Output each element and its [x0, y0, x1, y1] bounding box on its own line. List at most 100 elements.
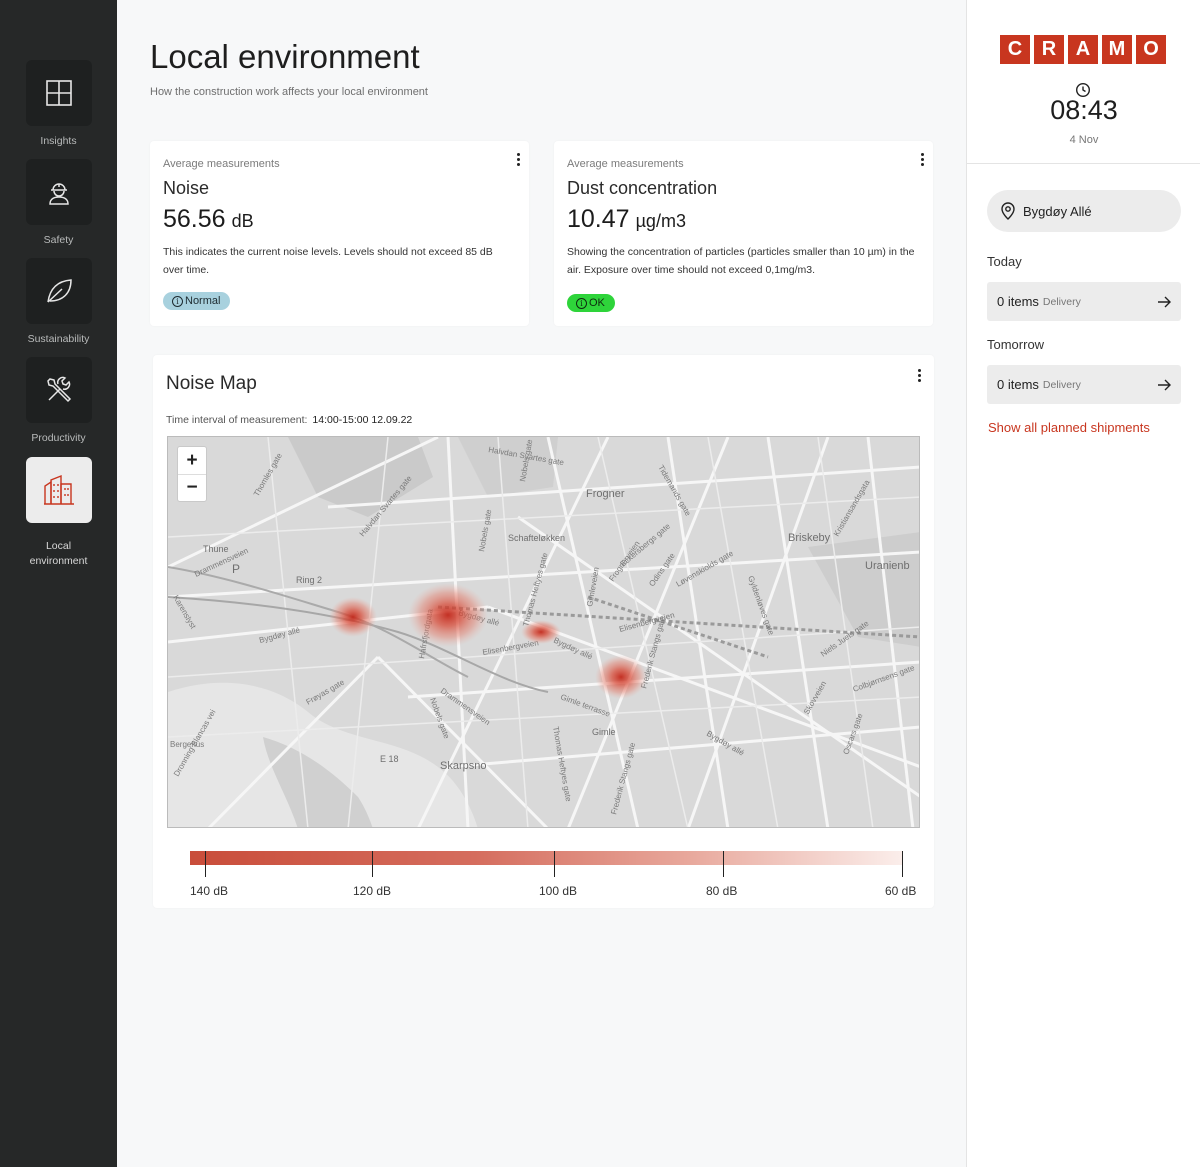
noise-hotspot [329, 597, 377, 637]
card-description: This indicates the current noise levels.… [163, 246, 493, 276]
card-kicker: Average measurements [163, 158, 280, 170]
logo-letter: M [1102, 35, 1132, 64]
tomorrow-shipments-row[interactable]: 0 items Delivery [987, 365, 1181, 404]
sidebar-item-label: Safety [43, 234, 74, 246]
status-badge-label: Normal [185, 295, 221, 307]
scale-tick [205, 851, 206, 877]
info-icon: i [172, 295, 183, 307]
scale-tick [372, 851, 373, 877]
logo-letter: R [1034, 35, 1064, 64]
location-selector[interactable]: Bygdøy Allé [987, 190, 1181, 232]
noise-hotspot [595, 655, 647, 699]
shipment-kind: Delivery [1042, 378, 1081, 391]
scale-label: 100 dB [539, 884, 578, 898]
today-shipments-row[interactable]: 0 items Delivery [987, 282, 1181, 321]
scale-tick [902, 851, 903, 877]
sidebar-item-label: Insights [40, 135, 77, 147]
card-kicker: Average measurements [567, 158, 684, 170]
noise-value: 56.56 dB [163, 205, 254, 234]
sidebar-item-label: Productivity [31, 432, 86, 444]
interval-value: 14:00-15:00 12.09.22 [312, 414, 413, 426]
map-label: Frogner [586, 488, 625, 500]
dust-unit: µg/m3 [635, 211, 686, 231]
location-label: Bygdøy Allé [1023, 203, 1092, 219]
noise-value-number: 56.56 [163, 205, 226, 233]
sidebar: Insights Safety Sustainability Productiv… [0, 0, 117, 1167]
noise-hotspot [408, 583, 488, 647]
shipment-count: 0 items [997, 377, 1039, 392]
scale-tick [554, 851, 555, 877]
scale-label: 80 dB [706, 884, 738, 898]
card-title: Noise Map [166, 373, 257, 394]
sidebar-item-local-environment[interactable]: Local environment [0, 457, 117, 569]
current-time: 08:43 [1050, 95, 1118, 125]
scale-label: 60 dB [885, 884, 917, 898]
sidebar-item-productivity[interactable]: Productivity [0, 357, 117, 446]
sidebar-item-insights[interactable]: Insights [0, 60, 117, 149]
page-title: Local environment [150, 38, 420, 75]
noise-scale-gradient [190, 851, 903, 865]
sidebar-item-sustainability[interactable]: Sustainability [0, 258, 117, 347]
arrow-right-icon [1158, 296, 1171, 307]
right-panel: C R A M O 08:43 4 Nov Bygdøy Allé Today … [966, 0, 1200, 1167]
shipment-count: 0 items [997, 294, 1039, 309]
dust-value-number: 10.47 [567, 205, 630, 233]
arrow-right-icon [1158, 379, 1171, 390]
map-label: Thune [203, 544, 229, 554]
scale-tick [723, 851, 724, 877]
status-badge: i Normal [163, 292, 231, 310]
noise-unit: dB [231, 211, 254, 231]
location-pin-icon [1001, 202, 1015, 220]
map-label: Uranienb [865, 560, 910, 572]
divider [967, 163, 1200, 164]
map-label: Briskeby [788, 532, 831, 544]
grid-icon [45, 80, 72, 106]
map-label: E 18 [380, 754, 399, 764]
map-label: P [232, 562, 240, 576]
scale-label: 140 dB [190, 884, 229, 898]
zoom-out-button[interactable]: − [178, 474, 206, 501]
logo-letter: A [1068, 35, 1098, 64]
map-label: Gimle [592, 727, 616, 737]
sidebar-item-label: Sustainability [27, 333, 90, 345]
map-label: Skarpsno [440, 760, 486, 772]
noise-hotspot [521, 620, 561, 644]
card-title: Noise [163, 178, 210, 198]
logo-letter: O [1136, 35, 1166, 64]
more-options-icon[interactable] [919, 153, 925, 167]
status-badge: i OK [567, 294, 615, 312]
noise-map[interactable]: Frogner Briskeby Uranienb Skarpsno Gimle… [167, 436, 920, 828]
zoom-in-button[interactable]: + [178, 447, 206, 474]
card-title: Dust concentration [567, 178, 718, 198]
leaf-icon [46, 279, 72, 303]
map-label: Schafteløkken [508, 533, 565, 543]
page-subtitle: How the construction work affects your l… [150, 86, 428, 98]
more-options-icon[interactable] [916, 369, 922, 383]
measurement-interval: Time interval of measurement: 14:00-15:00… [166, 414, 412, 426]
tomorrow-label: Tomorrow [987, 337, 1045, 352]
logo-letter: C [1000, 35, 1030, 64]
map-canvas[interactable]: Frogner Briskeby Uranienb Skarpsno Gimle… [168, 437, 920, 828]
noise-map-card: Noise Map Time interval of measurement: 1… [153, 355, 934, 908]
dust-value: 10.47 µg/m3 [567, 205, 686, 234]
shipment-kind: Delivery [1042, 295, 1081, 308]
main-content: Local environment How the construction w… [117, 0, 966, 1167]
tools-icon [46, 376, 71, 403]
cramo-logo: C R A M O [1000, 35, 1166, 64]
show-all-shipments-link[interactable]: Show all planned shipments [988, 420, 1150, 435]
worker-helmet-icon [48, 183, 69, 205]
map-zoom-control: + − [177, 446, 207, 502]
current-date: 4 Nov [1069, 134, 1099, 146]
info-icon: i [576, 297, 587, 309]
buildings-icon [43, 474, 74, 505]
scale-label: 120 dB [353, 884, 392, 898]
today-label: Today [987, 254, 1022, 269]
map-label: Bergehus [170, 740, 204, 749]
status-badge-label: OK [589, 297, 605, 309]
map-label: Ring 2 [296, 575, 322, 585]
card-description: Showing the concentration of particles (… [567, 246, 915, 276]
more-options-icon[interactable] [515, 153, 521, 167]
sidebar-item-safety[interactable]: Safety [0, 159, 117, 248]
sidebar-item-label: Local environment [29, 540, 88, 567]
interval-label: Time interval of measurement: [166, 414, 308, 426]
